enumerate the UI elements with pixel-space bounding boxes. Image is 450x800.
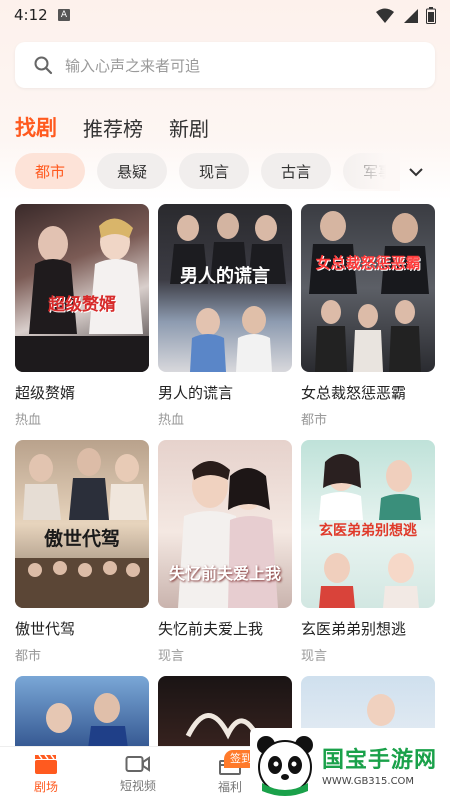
drama-tag: 热血: [15, 413, 42, 428]
notification-icon: A: [58, 9, 70, 21]
drama-card[interactable]: 女总裁怒惩恶霸 女总裁怒惩恶霸 都市: [301, 204, 435, 428]
drama-poster[interactable]: 男人的谎言: [158, 204, 292, 372]
chip-suspense[interactable]: 悬疑: [97, 153, 167, 189]
nav-theater-label: 剧场: [33, 779, 58, 794]
drama-title[interactable]: 玄医弟弟别想逃: [301, 618, 435, 639]
status-icons: [376, 7, 436, 24]
site-watermark: 国宝手游网 WWW.GB315.COM: [250, 728, 450, 800]
drama-poster[interactable]: 玄医弟弟别想逃: [301, 440, 435, 608]
chip-modern-romance[interactable]: 现言: [179, 153, 249, 189]
poster-title: 玄医弟弟别想逃: [319, 523, 417, 539]
drama-card[interactable]: 男人的谎言 男人的谎言 热血: [158, 204, 292, 428]
drama-title[interactable]: 失忆前夫爱上我: [158, 618, 292, 639]
nav-short-video-label: 短视频: [119, 778, 156, 793]
chip-ancient-romance[interactable]: 古言: [261, 153, 331, 189]
drama-tag: 热血: [158, 413, 185, 428]
signal-icon: [404, 8, 418, 23]
drama-card[interactable]: [15, 676, 149, 756]
chips-fade: [330, 153, 400, 191]
nav-theater[interactable]: 剧场: [0, 747, 92, 800]
video-camera-icon: [125, 755, 150, 772]
tab-find-drama[interactable]: 找剧: [15, 112, 57, 142]
drama-poster[interactable]: 傲世代驾: [15, 440, 149, 608]
poster-title: 失忆前夫爱上我: [168, 564, 281, 583]
drama-card[interactable]: 失忆前夫爱上我 失忆前夫爱上我 现言: [158, 440, 292, 664]
tab-new-drama[interactable]: 新剧: [169, 113, 209, 142]
chip-urban[interactable]: 都市: [15, 153, 85, 189]
poster-title: 女总裁怒惩恶霸: [315, 254, 421, 272]
main-tabs: 找剧 推荐榜 新剧: [15, 106, 209, 142]
drama-title[interactable]: 傲世代驾: [15, 618, 149, 639]
drama-poster[interactable]: [15, 676, 149, 756]
status-time: 4:12: [14, 6, 48, 24]
clapperboard-icon: [35, 754, 57, 774]
nav-short-video[interactable]: 短视频: [92, 747, 184, 800]
drama-title[interactable]: 男人的谎言: [158, 382, 292, 403]
drama-title[interactable]: 超级赘婿: [15, 382, 149, 403]
search-bar[interactable]: 输入心声之来者可追: [15, 42, 435, 88]
chevron-down-icon[interactable]: [406, 162, 426, 182]
battery-icon: [426, 7, 436, 24]
drama-poster[interactable]: 失忆前夫爱上我: [158, 440, 292, 608]
poster-title: 男人的谎言: [180, 266, 270, 287]
watermark-title: 国宝手游网: [322, 747, 438, 773]
drama-card[interactable]: 超级赘婿 超级赘婿 热血: [15, 204, 149, 428]
status-bar: 4:12 A: [0, 0, 450, 32]
drama-poster[interactable]: 超级赘婿: [15, 204, 149, 372]
nav-welfare-label: 福利: [217, 779, 242, 794]
watermark-url: WWW.GB315.COM: [322, 775, 415, 787]
tab-ranking[interactable]: 推荐榜: [83, 113, 143, 142]
drama-card[interactable]: 玄医弟弟别想逃 玄医弟弟别想逃 现言: [301, 440, 435, 664]
drama-poster[interactable]: 女总裁怒惩恶霸: [301, 204, 435, 372]
poster-title: 超级赘婿: [48, 295, 116, 315]
drama-title[interactable]: 女总裁怒惩恶霸: [301, 382, 435, 403]
drama-tag: 现言: [158, 649, 185, 664]
drama-tag: 都市: [15, 649, 42, 664]
wifi-icon: [376, 8, 394, 23]
poster-title: 傲世代驾: [43, 528, 120, 550]
search-placeholder: 输入心声之来者可追: [65, 56, 201, 75]
drama-tag: 都市: [301, 413, 328, 428]
search-icon: [34, 56, 53, 75]
panda-logo-icon: [257, 736, 313, 796]
drama-tag: 现言: [301, 649, 328, 664]
drama-card[interactable]: 傲世代驾 傲世代驾 都市: [15, 440, 149, 664]
